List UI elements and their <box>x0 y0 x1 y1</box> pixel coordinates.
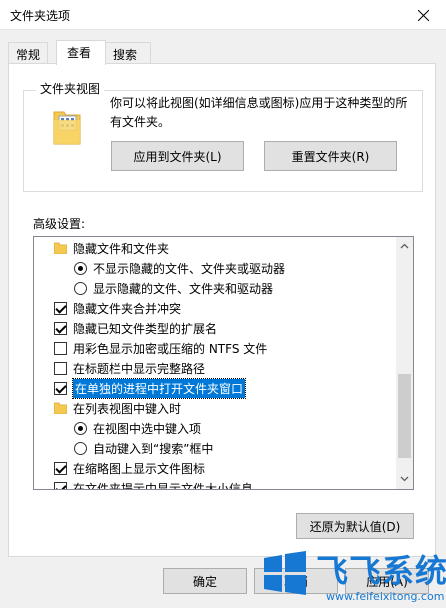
option-file-icon-on-thumbnails[interactable]: 在缩略图上显示文件图标 <box>54 458 413 478</box>
settings-group-label: 在列表视图中键入时 <box>73 401 182 416</box>
option-separate-process[interactable]: 在单独的进程中打开文件夹窗口 <box>54 377 413 399</box>
apply-button[interactable]: 应用(A) <box>345 568 429 594</box>
scroll-down-icon[interactable] <box>400 474 409 483</box>
reset-folders-button[interactable]: 重置文件夹(R) <box>264 141 397 171</box>
apply-to-folders-button[interactable]: 应用到文件夹(L) <box>111 141 244 171</box>
option-dont-show-hidden[interactable]: 不显示隐藏的文件、文件夹或驱动器 <box>74 258 413 278</box>
advanced-settings-label: 高级设置: <box>33 217 86 231</box>
checkbox[interactable] <box>54 481 67 489</box>
ok-button[interactable]: 确定 <box>163 568 247 594</box>
settings-group-label: 隐藏文件和文件夹 <box>73 241 170 256</box>
checkbox[interactable] <box>54 361 67 375</box>
checkbox[interactable] <box>54 301 67 315</box>
option-hide-extensions[interactable]: 隐藏已知文件类型的扩展名 <box>54 318 413 338</box>
close-icon <box>417 9 429 21</box>
checkbox[interactable] <box>54 381 67 395</box>
tab-search[interactable]: 搜索 <box>105 42 151 64</box>
option-label: 用彩色显示加密或压缩的 NTFS 文件 <box>73 341 268 356</box>
option-label: 在单独的进程中打开文件夹窗口 <box>71 377 247 399</box>
option-label: 在标题栏中显示完整路径 <box>73 361 206 376</box>
tab-label: 常规 <box>16 48 41 62</box>
option-label: 在文件夹提示中显示文件大小信息 <box>73 481 254 490</box>
tab-label: 查看 <box>67 46 92 60</box>
option-label: 显示隐藏的文件、文件夹和驱动器 <box>93 281 274 296</box>
close-button[interactable] <box>400 0 446 30</box>
option-file-size-in-tips[interactable]: 在文件夹提示中显示文件大小信息 <box>54 478 413 490</box>
tab-view[interactable]: 查看 <box>56 40 106 65</box>
tab-general[interactable]: 常规 <box>8 42 48 64</box>
scroll-up-icon[interactable] <box>400 242 409 251</box>
settings-group-typing-in-list: 在列表视图中键入时 <box>54 398 413 418</box>
radio-button[interactable] <box>74 281 87 295</box>
folder-views-icon <box>53 111 81 145</box>
option-select-typed-item[interactable]: 在视图中选中键入项 <box>74 418 413 438</box>
option-label: 隐藏文件夹合并冲突 <box>73 301 182 316</box>
folder-views-description: 你可以将此视图(如详细信息或图标)应用于这种类型的所有文件夹。 <box>110 96 408 129</box>
radio-button[interactable] <box>74 421 87 435</box>
option-label: 隐藏已知文件类型的扩展名 <box>73 321 218 336</box>
title-bar: 文件夹选项 <box>0 0 446 30</box>
settings-group-hidden-files: 隐藏文件和文件夹 <box>54 238 413 258</box>
option-label: 在缩略图上显示文件图标 <box>73 461 206 476</box>
restore-defaults-button[interactable]: 还原为默认值(D) <box>296 513 414 539</box>
window-title: 文件夹选项 <box>10 9 71 23</box>
option-full-path-title-bar[interactable]: 在标题栏中显示完整路径 <box>54 358 413 378</box>
folder-icon <box>54 242 67 254</box>
vertical-scrollbar[interactable] <box>396 237 413 489</box>
folder-views-legend: 文件夹视图 <box>36 80 105 97</box>
cancel-button[interactable]: 取消 <box>254 568 338 594</box>
folder-icon <box>54 402 67 414</box>
option-color-ntfs-files[interactable]: 用彩色显示加密或压缩的 NTFS 文件 <box>54 338 413 358</box>
checkbox[interactable] <box>54 461 67 475</box>
tab-label: 搜索 <box>113 48 138 62</box>
option-type-into-search[interactable]: 自动键入到“搜索”框中 <box>74 438 413 458</box>
advanced-settings-list[interactable]: 隐藏文件和文件夹 不显示隐藏的文件、文件夹或驱动器 显示隐藏的文件、文件夹和驱动… <box>33 236 414 490</box>
scrollbar-thumb[interactable] <box>398 374 411 458</box>
radio-button[interactable] <box>74 261 87 275</box>
checkbox[interactable] <box>54 321 67 335</box>
radio-button[interactable] <box>74 441 87 455</box>
option-hide-folder-merge-conflicts[interactable]: 隐藏文件夹合并冲突 <box>54 298 413 318</box>
option-show-hidden[interactable]: 显示隐藏的文件、文件夹和驱动器 <box>74 278 413 298</box>
option-label: 不显示隐藏的文件、文件夹或驱动器 <box>93 261 286 276</box>
checkbox[interactable] <box>54 341 67 355</box>
option-label: 自动键入到“搜索”框中 <box>93 441 214 456</box>
option-label: 在视图中选中键入项 <box>93 421 202 436</box>
